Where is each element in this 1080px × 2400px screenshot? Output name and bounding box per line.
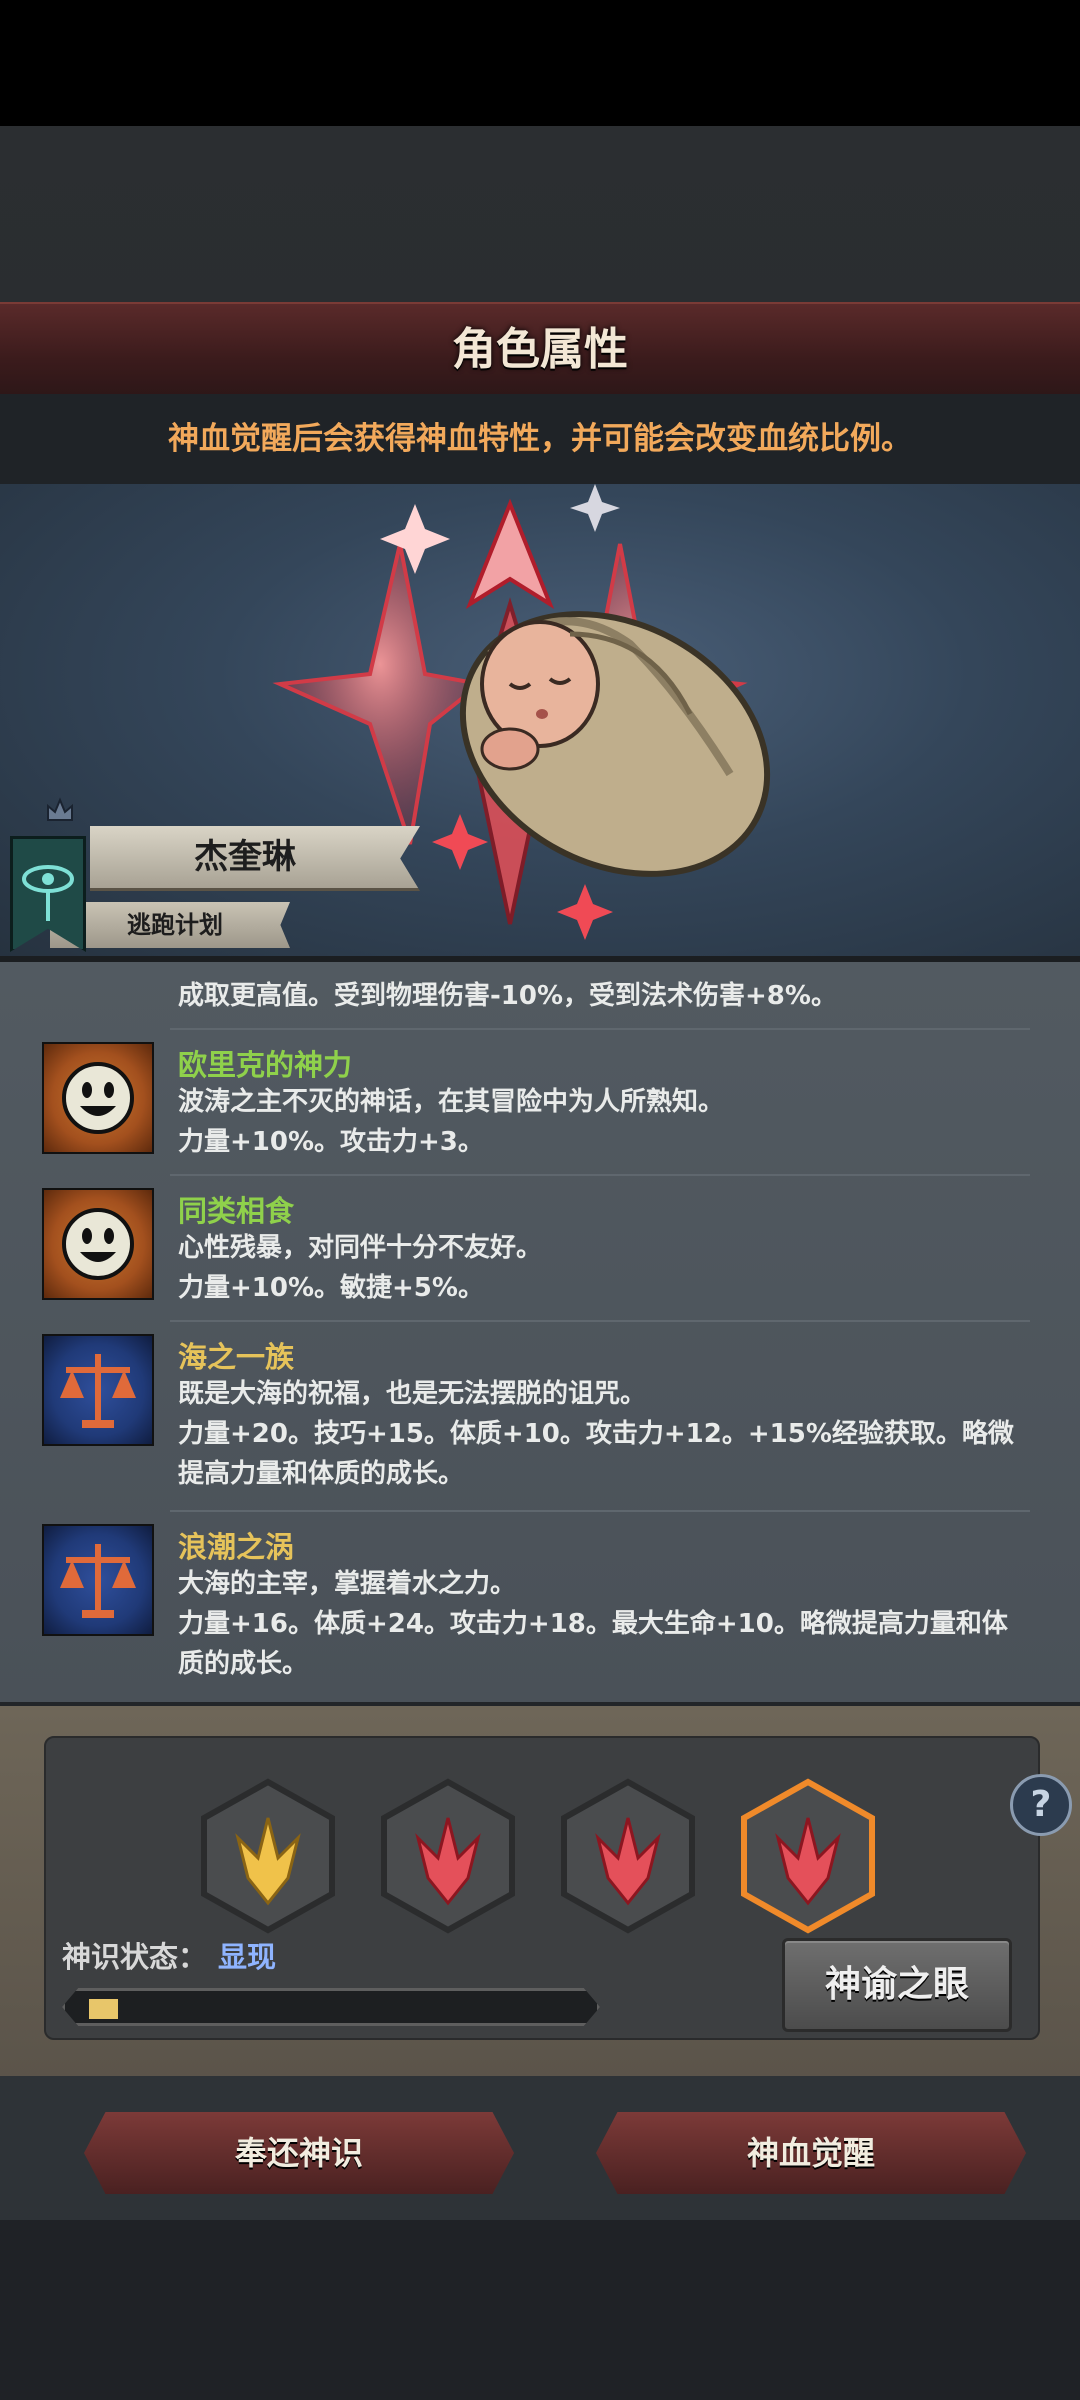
trait-effect: 质的成长。 xyxy=(178,1649,309,1679)
status-bar xyxy=(0,0,1080,126)
trait-description: 既是大海的祝福，也是无法摆脱的诅咒。 xyxy=(178,1379,647,1409)
character-subtitle: 逃跑计划 xyxy=(127,911,223,939)
title-bar: 角色属性 xyxy=(0,302,1080,398)
eye-pennant-icon xyxy=(10,836,86,952)
trait-description: 波涛之主不灭的神话，在其冒险中为人所熟知。 xyxy=(178,1087,725,1117)
crown-icon xyxy=(47,797,73,821)
divider xyxy=(170,1320,1030,1322)
blood-awaken-button[interactable]: 神血觉醒 xyxy=(596,2112,1026,2194)
return-divinity-button[interactable]: 奉还神识 xyxy=(84,2112,514,2194)
trait-list[interactable]: 成取更高值。受到物理伤害-10%，受到法术伤害+8%。 欧里克的神力 波涛之主不… xyxy=(0,962,1080,1702)
trait-name: 同类相食 xyxy=(178,1194,295,1228)
oracle-eye-label: 神谕之眼 xyxy=(824,1964,969,2005)
trait-name: 欧里克的神力 xyxy=(178,1048,353,1082)
scales-icon xyxy=(42,1334,154,1446)
awakening-progress-bar xyxy=(62,1988,600,2026)
smile-face-icon xyxy=(42,1188,154,1300)
trait-effect: 力量+16。体质+24。攻击力+18。最大生命+10。略微提高力量和体 xyxy=(178,1609,1008,1639)
help-icon[interactable]: ? xyxy=(1010,1774,1072,1836)
divine-crest-gold-icon[interactable] xyxy=(198,1778,338,1934)
trait-effect: 力量+10%。攻击力+3。 xyxy=(178,1127,484,1157)
blood-awaken-label: 神血觉醒 xyxy=(746,2134,875,2172)
trait-name: 浪潮之涡 xyxy=(178,1530,295,1564)
smile-face-icon xyxy=(42,1042,154,1154)
trait-description: 心性残暴，对同伴十分不友好。 xyxy=(178,1233,543,1263)
divider xyxy=(170,1174,1030,1176)
hint-bar: 神血觉醒后会获得神血特性，并可能会改变血统比例。 xyxy=(0,394,1080,484)
divine-crest-red-icon[interactable] xyxy=(558,1778,698,1934)
awakening-panel: ? 神识状态： 显现 神谕之眼 xyxy=(0,1706,1080,2076)
oracle-eye-button[interactable]: 神谕之眼 xyxy=(782,1938,1012,2032)
trait-effect: 力量+20。技巧+15。体质+10。攻击力+12。+15%经验获取。略微 xyxy=(178,1419,1014,1449)
character-nameplate: 杰奎琳 逃跑计划 xyxy=(0,826,430,956)
state-label: 神识状态： xyxy=(62,1940,208,1974)
footer-actions: 奉还神识 神血觉醒 xyxy=(0,2076,1080,2220)
divine-crest-red-icon[interactable] xyxy=(378,1778,518,1934)
awakening-inner: ? 神识状态： 显现 神谕之眼 xyxy=(44,1736,1072,2040)
divine-crest-red-icon-selected[interactable] xyxy=(738,1778,878,1934)
trait-effect: 提高力量和体质的成长。 xyxy=(178,1459,465,1489)
character-name: 杰奎琳 xyxy=(194,837,296,877)
progress-fill xyxy=(89,1999,118,2019)
divider xyxy=(170,1028,1030,1030)
hint-text: 神血觉醒后会获得神血特性，并可能会改变血统比例。 xyxy=(168,421,912,457)
bottom-area xyxy=(0,2220,1080,2400)
return-divinity-label: 奉还神识 xyxy=(234,2134,363,2172)
divider xyxy=(170,1510,1030,1512)
scales-icon xyxy=(42,1524,154,1636)
trait-name: 海之一族 xyxy=(178,1340,295,1374)
trait-truncated-line: 成取更高值。受到物理伤害-10%，受到法术伤害+8%。 xyxy=(178,981,837,1011)
baby-character-icon xyxy=(459,611,771,877)
trait-description: 大海的主宰，掌握着水之力。 xyxy=(178,1569,517,1599)
page-title: 角色属性 xyxy=(452,324,628,375)
state-value: 显现 xyxy=(218,1940,277,1974)
trait-effect: 力量+10%。敏捷+5%。 xyxy=(178,1273,484,1303)
